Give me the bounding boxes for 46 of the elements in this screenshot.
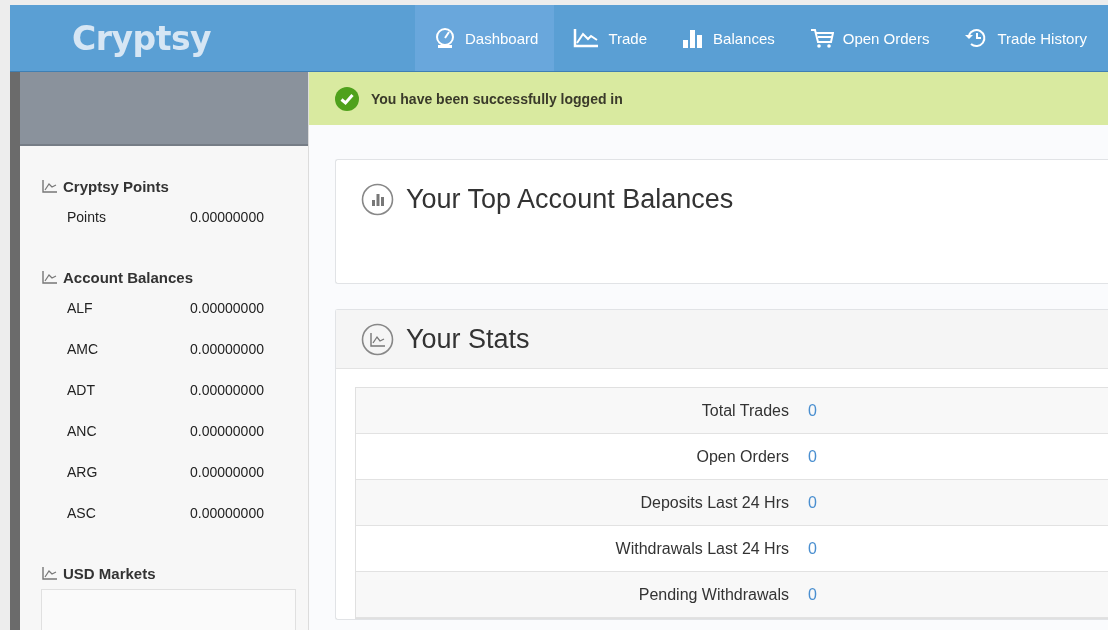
cart-icon xyxy=(809,27,834,49)
check-icon xyxy=(335,86,359,111)
nav-tab[interactable]: Dashboard xyxy=(415,5,555,71)
balance-value: 0.00000000 xyxy=(190,208,264,225)
nav-tab[interactable]: Balances xyxy=(663,5,791,71)
alert-message: You have been successfully logged in xyxy=(371,90,623,107)
balance-value: 0.00000000 xyxy=(190,463,264,480)
bar-chart-icon xyxy=(682,27,705,49)
panel-title: Your Stats xyxy=(406,323,530,355)
currency-name: ANC xyxy=(67,422,98,439)
line-chart-icon xyxy=(42,566,58,580)
stat-value: 0 xyxy=(808,447,817,466)
stat-label: Deposits Last 24 Hrs xyxy=(639,493,789,512)
section-title: USD Markets xyxy=(63,564,156,582)
stat-value: 0 xyxy=(808,539,817,558)
line-chart-icon xyxy=(42,270,58,284)
balance-value: 0.00000000 xyxy=(190,422,264,439)
stat-label: Open Orders xyxy=(695,447,789,466)
line-chart-icon xyxy=(573,27,600,49)
stat-label: Pending Withdrawals xyxy=(637,585,789,604)
balance-value: 0.00000000 xyxy=(190,381,264,398)
nav-tab[interactable]: Open Orders xyxy=(790,5,946,71)
currency-name: ARG xyxy=(67,463,99,480)
currency-name: AMC xyxy=(67,340,100,357)
section-title: Cryptsy Points xyxy=(63,177,169,195)
bar-chart-icon xyxy=(361,182,394,216)
currency-name: ASC xyxy=(67,504,97,521)
stat-label: Withdrawals Last 24 Hrs xyxy=(614,539,789,558)
currency-name: ALF xyxy=(67,299,94,316)
gauge-icon xyxy=(434,27,456,49)
section-title: Account Balances xyxy=(63,268,194,286)
nav-tab[interactable]: Trade xyxy=(554,5,664,71)
balance-value: 0.00000000 xyxy=(190,299,264,316)
currency-name: ADT xyxy=(67,381,96,398)
logo[interactable]: Cryptsy xyxy=(10,5,415,71)
balance-value: 0.00000000 xyxy=(190,340,264,357)
stat-label: Total Trades xyxy=(700,401,789,420)
nav-tab[interactable]: Trade History xyxy=(945,5,1103,71)
stat-value: 0 xyxy=(808,493,817,512)
line-chart-icon xyxy=(361,322,394,356)
currency-name: Points xyxy=(67,208,107,225)
balance-value: 0.00000000 xyxy=(190,504,264,521)
stat-value: 0 xyxy=(808,401,817,420)
stat-value: 0 xyxy=(808,585,817,604)
line-chart-icon xyxy=(42,179,58,193)
panel-title: Your Top Account Balances xyxy=(406,183,734,215)
